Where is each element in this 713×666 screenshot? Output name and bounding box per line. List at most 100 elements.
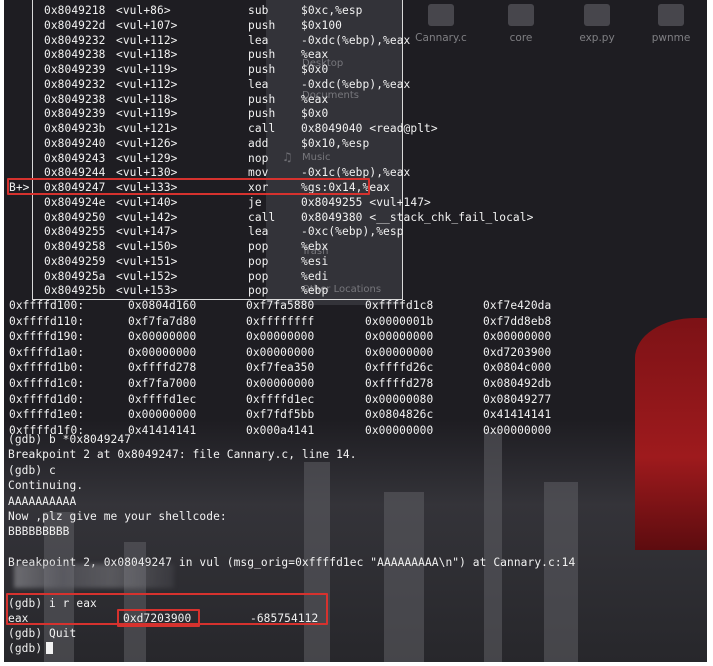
memory-row: 0xffffd1e0: 0x00000000 0xf7fdf5bb 0x0804826… (4, 407, 704, 422)
instruction-operands: %ebx (301, 240, 329, 253)
memory-word: 0x41414141 (128, 423, 197, 437)
instruction-operands: 0x8049255 <vul+147> (301, 195, 431, 209)
asm-line: 0x8049258 <vul+150> pop %ebx (4, 239, 404, 254)
gdb-prompt-line[interactable]: (gdb) (8, 641, 54, 656)
instruction-opcode: sub (248, 4, 269, 17)
asm-line: 0x8049239 <vul+119> push $0x0 (4, 62, 404, 77)
memory-word: 0xf7dd8eb8 (483, 314, 552, 328)
instruction-address: 0x8049243 (44, 151, 106, 165)
memory-word: 0xffffd26c (365, 361, 434, 375)
memory-word: 0x00000000 (128, 330, 197, 344)
instruction-opcode: push (248, 107, 276, 121)
memory-word: 0x00000000 (365, 423, 434, 437)
current-instruction-highlight (7, 178, 370, 195)
instruction-address: 0x8049232 (44, 33, 106, 47)
memory-word: 0xd7203900 (483, 345, 552, 359)
instruction-opcode: lea (248, 225, 269, 239)
file-icon-cannary: Cannary.c (406, 0, 476, 44)
memory-row: 0xffffd190: 0x00000000 0x00000000 0x0000000… (4, 329, 704, 344)
instruction-symbol: <vul+107> (116, 18, 178, 32)
memory-word: 0x00000000 (128, 345, 197, 359)
memory-word: 0x0000001b (365, 314, 434, 328)
memory-word: 0xffffd1c8 (365, 299, 434, 312)
instruction-address: 0x8049239 (44, 107, 106, 121)
instruction-opcode: push (248, 63, 276, 76)
memory-word: 0x00000080 (365, 392, 434, 406)
memory-word: 0xffffd1ec (246, 392, 315, 406)
gdb-quit-line: (gdb) Quit (8, 627, 77, 640)
instruction-address: 0x8049259 (44, 254, 106, 268)
instruction-symbol: <vul+119> (116, 107, 178, 121)
instruction-operands: -0xc(%ebp),%esp (301, 225, 404, 239)
instruction-operands: $0x10,%esp (301, 136, 370, 150)
instruction-operands: 0x8049040 <read@plt> (301, 122, 438, 135)
instruction-symbol: <vul+126> (116, 136, 178, 150)
instruction-symbol: <vul+153> (116, 284, 178, 298)
memory-word: 0xffffd278 (365, 377, 434, 390)
instruction-opcode: call (248, 210, 276, 224)
instruction-operands: %eax (301, 48, 329, 62)
memory-row: 0xffffd100: 0x0804d160 0xf7fa5880 0xffffd1c… (4, 298, 704, 313)
memory-word: 0x08049277 (483, 392, 552, 406)
memory-word: 0x0804d160 (128, 299, 197, 312)
asm-line: 0x8049250 <vul+142> call 0x8049380 <__stack… (4, 210, 533, 225)
wallpaper-tower (384, 492, 424, 662)
memory-word: 0x0804c000 (483, 361, 552, 375)
asm-line: 0x804923b <vul+121> call 0x8049040 <read@pl… (4, 121, 438, 136)
instruction-opcode: add (248, 136, 269, 150)
instruction-symbol: <vul+147> (116, 225, 178, 239)
terminal-window[interactable]: Cannary.c core exp.py pwnme Desktop Docu… (4, 0, 707, 662)
memory-address: 0xffffd190: (9, 330, 85, 344)
instruction-symbol: <vul+121> (116, 122, 178, 135)
instruction-address: 0x8049250 (44, 210, 106, 224)
memory-word: 0xf7fa7000 (128, 377, 197, 390)
text-cursor (46, 642, 54, 654)
asm-line: 0x8049218 <vul+86> sub $0xc,%esp (4, 3, 404, 18)
instruction-address: 0x804925a (44, 269, 106, 283)
asm-line: 0x804922d <vul+107> push $0x100 (4, 18, 404, 33)
memory-word: 0x00000000 (246, 377, 315, 390)
instruction-operands: %edi (301, 269, 329, 283)
memory-word: 0xffffd1ec (128, 392, 197, 406)
memory-word: 0x00000000 (483, 330, 552, 344)
memory-word: 0x080492db (483, 377, 552, 390)
instruction-address: 0x8049238 (44, 92, 106, 106)
memory-word: 0x000a4141 (246, 423, 315, 437)
instruction-address: 0x804925b (44, 284, 106, 298)
instruction-symbol: <vul+140> (116, 195, 178, 209)
asm-line: 0x804925b <vul+153> pop %ebp (4, 283, 404, 298)
memory-address: 0xffffd100: (9, 299, 85, 312)
instruction-address: 0x804922d (44, 18, 106, 32)
instruction-address: 0x804924e (44, 195, 106, 209)
file-icon-core: core (486, 0, 556, 44)
memory-word: 0xf7e420da (483, 299, 552, 312)
instruction-symbol: <vul+119> (116, 63, 178, 76)
instruction-operands: -0xdc(%ebp),%eax (301, 77, 411, 91)
asm-line: 0x8049243 <vul+129> nop (4, 151, 404, 166)
instruction-symbol: <vul+118> (116, 92, 178, 106)
instruction-symbol: <vul+112> (116, 77, 178, 91)
console-line: (gdb) b *0x8049247 (8, 433, 132, 446)
memory-row: 0xffffd1d0: 0xffffd1ec 0xffffd1ec 0x0000008… (4, 392, 704, 407)
instruction-opcode: pop (248, 284, 269, 298)
instruction-operands: %esi (301, 254, 329, 268)
instruction-address: 0x8049255 (44, 225, 106, 239)
memory-word: 0xf7fdf5bb (246, 408, 315, 422)
file-icon-exp: exp.py (562, 0, 632, 44)
instruction-operands: $0x0 (301, 107, 329, 121)
redacted-region (14, 564, 174, 588)
instruction-symbol: <vul+151> (116, 254, 178, 268)
memory-address: 0xffffd1c0: (9, 377, 85, 390)
asm-line: 0x8049259 <vul+151> pop %esi (4, 254, 404, 269)
file-icon-pwnme: pwnme (636, 0, 706, 44)
instruction-operands: %eax (301, 92, 329, 106)
instruction-address: 0x8049258 (44, 240, 106, 253)
asm-line: 0x804924e <vul+140> je 0x8049255 <vul+147> (4, 195, 431, 210)
instruction-address: 0x8049239 (44, 63, 106, 76)
memory-word: 0xf7fa7d80 (128, 314, 197, 328)
instruction-opcode: pop (248, 240, 269, 253)
instruction-opcode: je (248, 195, 262, 209)
memory-word: 0xf7fa5880 (246, 299, 315, 312)
asm-line: 0x8049238 <vul+118> push %eax (4, 47, 404, 62)
instruction-symbol: <vul+118> (116, 48, 178, 62)
